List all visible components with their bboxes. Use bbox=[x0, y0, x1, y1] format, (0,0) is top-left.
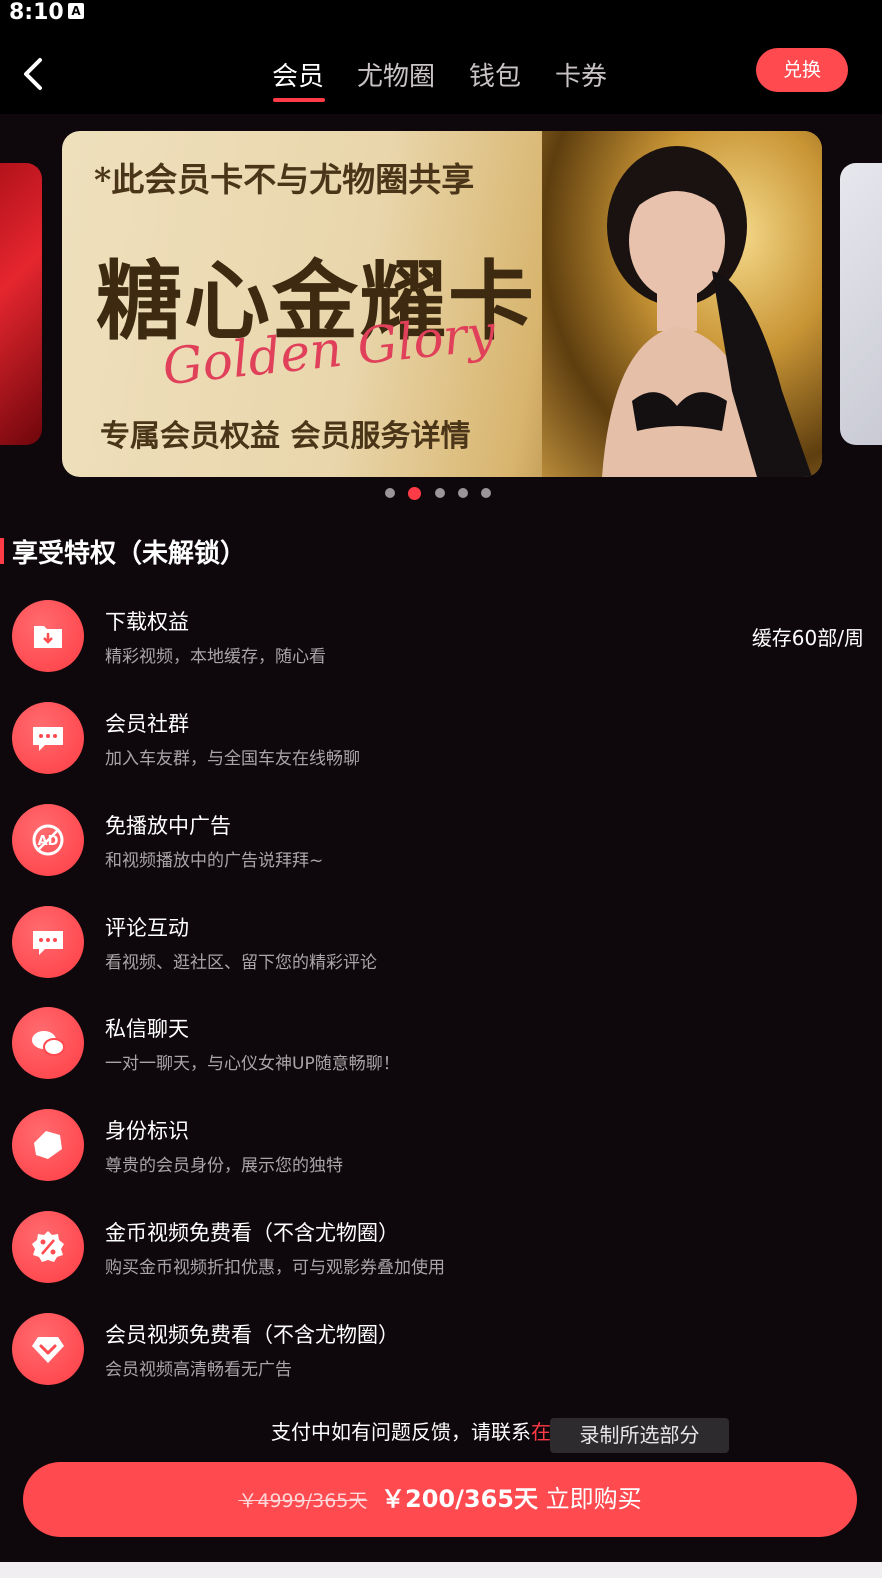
section-marker bbox=[0, 538, 4, 564]
tab-member[interactable]: 会员 bbox=[272, 56, 324, 93]
chevron-left-icon bbox=[24, 58, 42, 90]
current-price: ￥200/365天 bbox=[381, 1485, 538, 1513]
support-label: 支付中如有问题反馈，请联系 bbox=[271, 1420, 531, 1444]
no-ads-icon: AD bbox=[12, 804, 84, 876]
comment-icon bbox=[12, 906, 84, 978]
privilege-item: AD 免播放中广告 和视频播放中的广告说拜拜~ bbox=[0, 804, 882, 894]
privilege-title: 会员社群 bbox=[105, 712, 189, 736]
privilege-title: 下载权益 bbox=[105, 610, 189, 634]
diamond-icon bbox=[12, 1313, 84, 1385]
banner-note: *此会员卡不与尤物圈共享 bbox=[94, 160, 475, 199]
model-photo bbox=[602, 146, 812, 477]
privilege-quota: 缓存60部/周 bbox=[751, 626, 864, 650]
banner-subtitle: 专属会员权益 会员服务详情 bbox=[100, 419, 471, 454]
discount-icon bbox=[12, 1211, 84, 1283]
support-text: 支付中如有问题反馈，请联系在线 bbox=[271, 1416, 571, 1445]
privilege-desc: 精彩视频，本地缓存，随心看 bbox=[105, 647, 326, 667]
privilege-desc: 购买金币视频折扣优惠，可与观影券叠加使用 bbox=[105, 1258, 445, 1278]
notification-icon: A bbox=[68, 3, 84, 19]
chat-bubble-icon bbox=[12, 702, 84, 774]
privilege-title: 免播放中广告 bbox=[105, 814, 231, 838]
carousel-dot[interactable] bbox=[458, 488, 468, 498]
privilege-desc: 加入车友群，与全国车友在线畅聊 bbox=[105, 749, 360, 769]
privilege-title: 身份标识 bbox=[105, 1119, 189, 1143]
privilege-desc: 和视频播放中的广告说拜拜~ bbox=[105, 851, 324, 871]
carousel-dot[interactable] bbox=[435, 488, 445, 498]
privilege-title: 金币视频免费看（不含尤物圈） bbox=[105, 1221, 399, 1245]
carousel-dot-active[interactable] bbox=[408, 487, 421, 500]
privilege-item: 会员社群 加入车友群，与全国车友在线畅聊 bbox=[0, 702, 882, 792]
status-time: 8:10 bbox=[9, 0, 64, 25]
privilege-item: 私信聊天 一对一聊天，与心仪女神UP随意畅聊！ bbox=[0, 1007, 882, 1097]
privilege-desc: 看视频、逛社区、留下您的精彩评论 bbox=[105, 953, 377, 973]
private-chat-icon bbox=[12, 1007, 84, 1079]
badge-tag-icon bbox=[12, 1109, 84, 1181]
tab-wallet[interactable]: 钱包 bbox=[469, 56, 521, 93]
privilege-desc: 尊贵的会员身份，展示您的独特 bbox=[105, 1156, 343, 1176]
privilege-title: 私信聊天 bbox=[105, 1017, 189, 1041]
next-banner-card[interactable] bbox=[840, 163, 882, 445]
buy-now-button[interactable]: ￥4999/365天 ￥200/365天 立即购买 bbox=[23, 1462, 857, 1537]
privilege-item: 下载权益 精彩视频，本地缓存，随心看 缓存60部/周 bbox=[0, 600, 882, 690]
back-button[interactable] bbox=[16, 54, 56, 94]
carousel-dot[interactable] bbox=[481, 488, 491, 498]
system-nav-bar bbox=[0, 1562, 882, 1578]
privilege-item: 会员视频免费看（不含尤物圈） 会员视频高清畅看无广告 bbox=[0, 1313, 882, 1403]
original-price: ￥4999/365天 bbox=[238, 1490, 368, 1512]
privilege-item: 金币视频免费看（不含尤物圈） 购买金币视频折扣优惠，可与观影券叠加使用 bbox=[0, 1211, 882, 1301]
tab-youwuquan[interactable]: 尤物圈 bbox=[357, 56, 435, 93]
buy-action-label: 立即购买 bbox=[545, 1485, 642, 1513]
prev-banner-card[interactable] bbox=[0, 163, 42, 445]
tab-coupons[interactable]: 卡券 bbox=[555, 56, 607, 93]
download-folder-icon bbox=[12, 600, 84, 672]
privilege-item: 身份标识 尊贵的会员身份，展示您的独特 bbox=[0, 1109, 882, 1199]
privilege-title: 评论互动 bbox=[105, 916, 189, 940]
top-nav: 会员 尤物圈 钱包 卡券 bbox=[0, 34, 882, 114]
privilege-title: 会员视频免费看（不含尤物圈） bbox=[105, 1323, 399, 1347]
privilege-desc: 会员视频高清畅看无广告 bbox=[105, 1360, 292, 1380]
carousel-dot[interactable] bbox=[385, 488, 395, 498]
section-title: 享受特权（未解锁） bbox=[12, 539, 247, 569]
privilege-item: 评论互动 看视频、逛社区、留下您的精彩评论 bbox=[0, 906, 882, 996]
membership-banner[interactable]: *此会员卡不与尤物圈共享 糖心金耀卡 Golden Glory 专属会员权益 会… bbox=[62, 131, 822, 477]
redeem-button[interactable]: 兑换 bbox=[756, 48, 848, 92]
privilege-desc: 一对一聊天，与心仪女神UP随意畅聊！ bbox=[105, 1054, 400, 1074]
status-bar: 8:10 A bbox=[0, 0, 882, 34]
record-selection-tooltip[interactable]: 录制所选部分 bbox=[550, 1418, 729, 1453]
active-tab-indicator bbox=[273, 98, 325, 102]
